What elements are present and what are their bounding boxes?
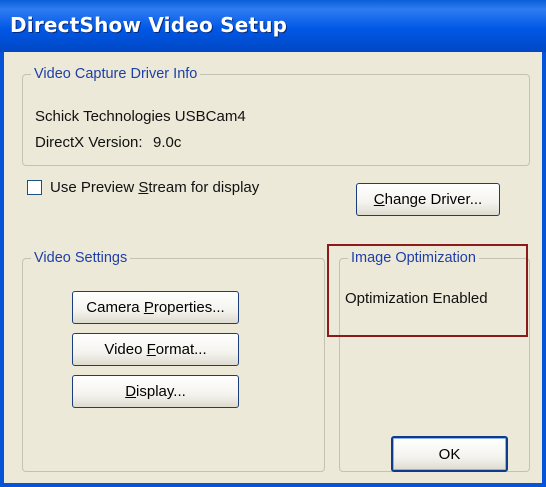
video-format-button[interactable]: Video Format... bbox=[72, 333, 239, 366]
video-settings-legend: Video Settings bbox=[34, 250, 128, 266]
driver-name: Schick Technologies USBCam4 bbox=[35, 108, 246, 125]
directx-version-label: DirectX Version: bbox=[35, 134, 143, 151]
window-frame-left bbox=[0, 52, 4, 487]
ok-button[interactable]: OK bbox=[391, 436, 508, 472]
directx-version-value: 9.0c bbox=[153, 134, 182, 151]
dialog-window: DirectShow Video Setup Video Capture Dri… bbox=[0, 0, 546, 487]
window-frame-right bbox=[542, 52, 546, 487]
preview-stream-label[interactable]: Use Preview Stream for display bbox=[50, 179, 259, 196]
title-bar[interactable]: DirectShow Video Setup bbox=[0, 0, 546, 52]
optimization-status: Optimization Enabled bbox=[345, 290, 488, 307]
window-title: DirectShow Video Setup bbox=[10, 13, 288, 37]
display-button[interactable]: Display... bbox=[72, 375, 239, 408]
window-frame-bottom bbox=[0, 483, 546, 487]
driver-info-legend: Video Capture Driver Info bbox=[34, 66, 198, 82]
preview-stream-checkbox[interactable] bbox=[27, 180, 42, 195]
change-driver-button[interactable]: Change Driver... bbox=[356, 183, 500, 216]
camera-properties-button[interactable]: Camera Properties... bbox=[72, 291, 239, 324]
